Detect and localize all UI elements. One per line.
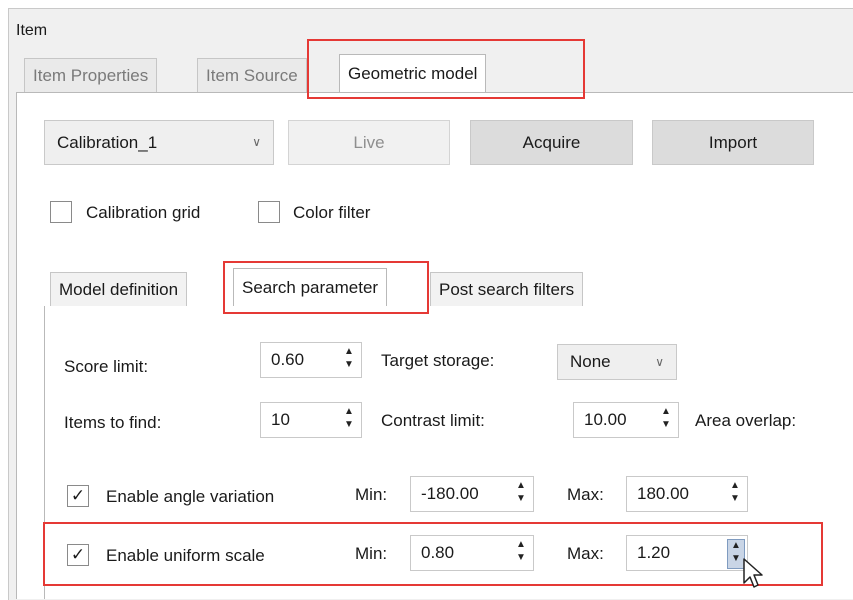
angle-min-label: Min: bbox=[355, 485, 388, 504]
scale-max-label: Max: bbox=[567, 544, 604, 563]
spinner-arrows-icon[interactable]: ▲ ▼ bbox=[341, 346, 357, 374]
scale-min-spinner[interactable]: 0.80 ▲ ▼ bbox=[410, 535, 534, 571]
spinner-arrows-icon[interactable]: ▲ ▼ bbox=[727, 480, 743, 508]
tab-model-definition[interactable]: Model definition bbox=[50, 272, 188, 306]
chevron-down-icon: ∨ bbox=[252, 135, 261, 149]
enable-angle-variation-checkbox[interactable]: ✓ bbox=[67, 485, 89, 507]
spinner-arrows-icon[interactable]: ▲ ▼ bbox=[341, 406, 357, 434]
target-storage-dropdown[interactable]: None ∨ bbox=[557, 344, 677, 380]
calibration-value: Calibration_1 bbox=[57, 133, 158, 152]
scale-min-label: Min: bbox=[355, 544, 388, 563]
tab-item-source[interactable]: Item Source bbox=[197, 58, 307, 92]
enable-uniform-scale-checkbox[interactable]: ✓ bbox=[67, 544, 89, 566]
calibration-grid-label: Calibration grid bbox=[86, 203, 201, 222]
chevron-down-icon: ∨ bbox=[655, 355, 664, 369]
score-limit-spinner[interactable]: 0.60 ▲ ▼ bbox=[260, 342, 362, 378]
acquire-button[interactable]: Acquire bbox=[470, 120, 633, 165]
items-to-find-value: 10 bbox=[271, 410, 290, 429]
contrast-limit-spinner[interactable]: 10.00 ▲ ▼ bbox=[573, 402, 679, 438]
tab-search-parameter[interactable]: Search parameter bbox=[233, 268, 388, 307]
tab-geometric-model[interactable]: Geometric model bbox=[339, 54, 487, 93]
target-storage-label: Target storage: bbox=[381, 351, 495, 370]
spinner-arrows-icon[interactable]: ▲ ▼ bbox=[513, 539, 529, 567]
spinner-arrows-icon[interactable]: ▲ ▼ bbox=[513, 480, 529, 508]
angle-max-label: Max: bbox=[567, 485, 604, 504]
scale-max-value: 1.20 bbox=[637, 543, 671, 562]
calibration-dropdown[interactable]: Calibration_1 ∨ bbox=[44, 120, 274, 165]
live-button[interactable]: Live bbox=[288, 120, 450, 165]
panel-title: Item bbox=[16, 22, 48, 39]
mouse-pointer-icon bbox=[743, 558, 763, 588]
color-filter-label: Color filter bbox=[293, 203, 371, 222]
score-limit-label: Score limit: bbox=[64, 357, 149, 376]
color-filter-checkbox[interactable] bbox=[258, 201, 280, 223]
enable-uniform-scale-label: Enable uniform scale bbox=[106, 546, 265, 565]
scale-min-value: 0.80 bbox=[421, 543, 455, 562]
target-storage-value: None bbox=[570, 352, 611, 371]
items-to-find-label: Items to find: bbox=[64, 413, 162, 432]
contrast-limit-value: 10.00 bbox=[584, 410, 627, 429]
import-button[interactable]: Import bbox=[652, 120, 814, 165]
tab-item-properties[interactable]: Item Properties bbox=[24, 58, 158, 92]
calibration-grid-checkbox[interactable] bbox=[50, 201, 72, 223]
tab-post-search-filters[interactable]: Post search filters bbox=[430, 272, 584, 306]
contrast-limit-label: Contrast limit: bbox=[381, 411, 485, 430]
angle-max-value: 180.00 bbox=[637, 484, 689, 503]
area-overlap-label: Area overlap: bbox=[695, 411, 797, 430]
score-limit-value: 0.60 bbox=[271, 350, 305, 369]
angle-min-spinner[interactable]: -180.00 ▲ ▼ bbox=[410, 476, 534, 512]
angle-max-spinner[interactable]: 180.00 ▲ ▼ bbox=[626, 476, 748, 512]
spinner-arrows-icon[interactable]: ▲ ▼ bbox=[658, 406, 674, 434]
angle-min-value: -180.00 bbox=[421, 484, 479, 503]
enable-angle-variation-label: Enable angle variation bbox=[106, 487, 275, 506]
scale-max-spinner[interactable]: 1.20 ▲ ▼ bbox=[626, 535, 748, 571]
items-to-find-spinner[interactable]: 10 ▲ ▼ bbox=[260, 402, 362, 438]
